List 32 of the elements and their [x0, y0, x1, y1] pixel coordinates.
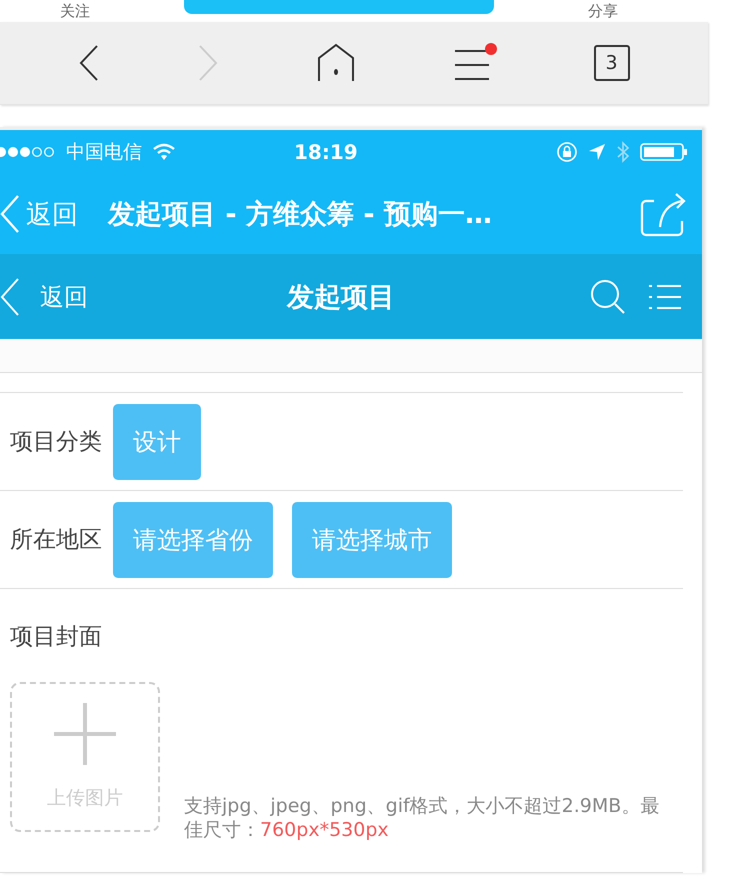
- header-title: 发起项目: [287, 280, 395, 314]
- chevron-left-icon: [0, 276, 20, 316]
- back-label[interactable]: 返回: [26, 196, 78, 232]
- field-label: 项目封面: [10, 624, 102, 650]
- rotation-lock-icon: [556, 141, 578, 163]
- wifi-icon: [152, 143, 176, 161]
- location-icon: [588, 143, 606, 161]
- carrier-name: 中国电信: [66, 140, 142, 165]
- list-menu-icon[interactable]: [648, 282, 682, 310]
- field-label: 项目分类: [10, 428, 102, 457]
- status-time: 18:19: [294, 140, 358, 164]
- plus-icon: [54, 703, 116, 765]
- field-label: 所在地区: [10, 526, 102, 555]
- option-button[interactable]: 设计: [113, 404, 201, 480]
- page-title: 发起项目 - 方维众筹 - 预购一…: [108, 198, 494, 232]
- tab-count-button[interactable]: 3: [594, 45, 630, 81]
- tab[interactable]: 关注: [60, 2, 90, 20]
- upload-hint: 支持jpg、jpeg、png、gif格式，大小不超过2.9MB。最佳尺寸：760px*530px: [184, 794, 660, 842]
- chevron-left-icon: [0, 194, 20, 234]
- menu-icon[interactable]: [452, 43, 497, 83]
- tab[interactable]: 分享: [588, 2, 618, 20]
- home-icon[interactable]: [316, 43, 356, 83]
- option-button[interactable]: 请选择省份: [113, 502, 273, 578]
- back-label[interactable]: 返回: [40, 280, 88, 312]
- option-button[interactable]: 请选择城市: [292, 502, 452, 578]
- back-link[interactable]: 返回: [0, 194, 78, 234]
- back-link[interactable]: 返回: [0, 276, 88, 316]
- battery-icon: [640, 142, 688, 162]
- back-icon[interactable]: [78, 44, 100, 82]
- share-icon[interactable]: [640, 191, 688, 237]
- search-icon[interactable]: [590, 278, 626, 314]
- bluetooth-icon: [616, 141, 630, 163]
